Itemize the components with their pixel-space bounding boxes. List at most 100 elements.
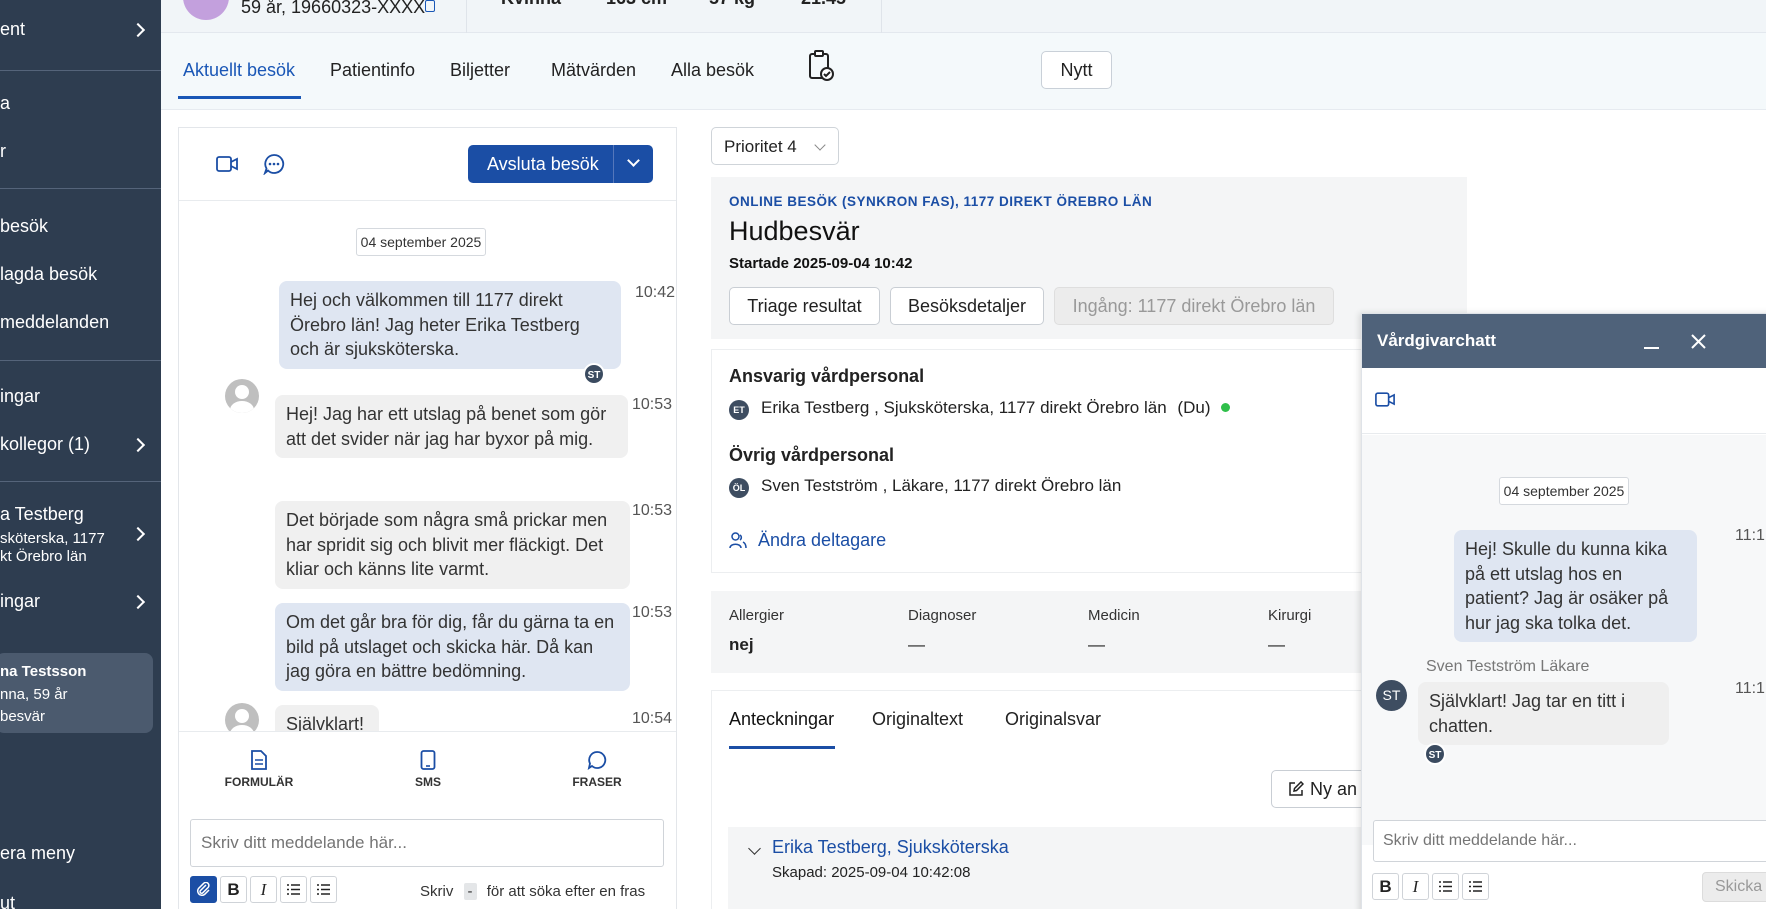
other-staff-heading: Övrig vårdpersonal	[729, 445, 895, 465]
staff-chat-toolbar	[1362, 368, 1766, 434]
responsible-heading: Ansvarig vårdpersonal	[729, 366, 925, 386]
chevron-down-icon[interactable]	[627, 154, 640, 167]
date-chip: 04 september 2025	[1499, 477, 1629, 505]
numbered-list-icon	[1469, 881, 1482, 892]
active-tab-indicator	[178, 96, 301, 99]
phrases-button[interactable]: FRASER	[537, 732, 657, 789]
staff-message-input[interactable]	[1373, 820, 1766, 862]
chat-message-incoming: Det började som några små prickar men ha…	[275, 501, 630, 589]
chat-toolbar: Avsluta besök	[179, 128, 676, 201]
new-note-label: Ny an	[1310, 779, 1358, 799]
care-staff-card: Ansvarig vårdpersonal ET Erika Testberg …	[711, 349, 1467, 573]
copy-icon[interactable]	[425, 0, 435, 12]
sms-button[interactable]: SMS	[368, 732, 488, 789]
sidebar-item-settings[interactable]: ingar	[0, 386, 161, 407]
end-visit-button[interactable]: Avsluta besök	[468, 145, 653, 183]
tab-tickets[interactable]: Biljetter	[450, 60, 510, 81]
sidebar-item-label: lagda besök	[0, 264, 98, 284]
patient-header: 59 år, 19660323-XXXX Kvinna 163 cm 57 kg…	[161, 0, 1766, 33]
active-tab-indicator	[729, 746, 835, 749]
tab-measurements[interactable]: Mätvärden	[551, 60, 636, 81]
priority-select[interactable]: Prioritet 4	[711, 127, 839, 165]
people-icon	[729, 532, 747, 549]
surgery-label: Kirurgi	[1268, 607, 1312, 624]
divider	[0, 188, 161, 189]
chat-tools: FORMULÄR SMS FRASER	[179, 731, 676, 809]
note-item[interactable]: Erika Testberg, Sjuksköterska Skapad: 20…	[728, 827, 1468, 909]
chat-bubble-icon[interactable]	[263, 153, 285, 175]
document-icon	[251, 750, 267, 770]
tab-notes[interactable]: Anteckningar	[729, 709, 834, 730]
attach-button[interactable]	[190, 876, 217, 903]
divider	[0, 481, 161, 482]
entry-button: Ingång: 1177 direkt Örebro län	[1054, 287, 1334, 325]
note-author[interactable]: Erika Testberg, Sjuksköterska	[772, 837, 1009, 858]
close-icon[interactable]	[1691, 334, 1706, 349]
sidebar-item-colleagues[interactable]: kollegor (1)	[0, 434, 161, 455]
sidebar-item-visits[interactable]: besök	[0, 216, 161, 237]
message-time: 11:1	[1735, 680, 1765, 697]
hint-key: -	[463, 883, 477, 900]
chevron-down-icon[interactable]	[748, 842, 761, 855]
visit-type: ONLINE BESÖK (SYNKRON FAS), 1177 DIREKT …	[729, 194, 1153, 209]
bullet-list-button[interactable]	[1432, 873, 1459, 900]
italic-button[interactable]: I	[1402, 873, 1429, 900]
staff-chat-window: Vårdgivarchatt 04 september 2025 Hej! Sk…	[1361, 313, 1766, 909]
divider	[613, 145, 614, 183]
sidebar-profile[interactable]: a Testberg sköterska, 1177 kt Örebro län	[0, 504, 161, 565]
sidebar-logout[interactable]: ut	[0, 893, 161, 909]
visit-summary-card: ONLINE BESÖK (SYNKRON FAS), 1177 DIREKT …	[711, 177, 1467, 339]
tab-original-answers[interactable]: Originalsvar	[1005, 709, 1101, 730]
current-patient-info: nna, 59 år	[0, 686, 68, 703]
sidebar-item-patient[interactable]: ent	[0, 19, 161, 40]
change-participants-link[interactable]: Ändra deltagare	[729, 530, 886, 551]
new-button[interactable]: Nytt	[1041, 51, 1112, 89]
staff-initials: ET	[729, 400, 749, 420]
message-time: 10:42	[635, 284, 676, 301]
diagnoses-label: Diagnoser	[908, 607, 977, 624]
tab-patient-info[interactable]: Patientinfo	[330, 60, 415, 81]
sidebar-item-label: a	[0, 93, 11, 113]
chevron-right-icon	[130, 594, 146, 610]
sidebar-item-a[interactable]: a	[0, 93, 161, 114]
numbered-list-button[interactable]	[1462, 873, 1489, 900]
logout-label: ut	[0, 893, 16, 909]
medical-info-card: Allergier nej Diagnoser — Medicin — Kiru…	[711, 591, 1467, 673]
numbered-list-button[interactable]	[310, 876, 337, 903]
bold-button[interactable]: B	[1372, 873, 1399, 900]
chevron-right-icon	[130, 22, 146, 38]
patient-gender: Kvinna	[501, 0, 561, 9]
chat-message-outgoing: Hej! Skulle du kunna kika på ett utslag …	[1454, 530, 1697, 642]
hint-text: för att söka efter en fras	[486, 883, 646, 900]
video-icon[interactable]	[216, 156, 238, 172]
tab-bar: Aktuellt besök Patientinfo Biljetter Mät…	[161, 33, 1766, 110]
hint-text: Skriv	[420, 883, 454, 900]
sidebar-hide-menu[interactable]: era meny	[0, 843, 161, 864]
staff-chat-title: Vårdgivarchatt	[1377, 331, 1497, 350]
bold-button[interactable]: B	[220, 876, 247, 903]
message-input[interactable]	[190, 819, 664, 867]
italic-button[interactable]: I	[250, 876, 277, 903]
tab-original-text[interactable]: Originaltext	[872, 709, 963, 730]
tab-all-visits[interactable]: Alla besök	[671, 60, 754, 81]
video-icon[interactable]	[1375, 392, 1395, 407]
triage-result-button[interactable]: Triage resultat	[729, 287, 880, 325]
change-participants-label: Ändra deltagare	[758, 530, 887, 550]
sidebar-item-label: r	[0, 141, 6, 161]
clipboard-check-icon[interactable]	[807, 50, 835, 82]
bullet-list-button[interactable]	[280, 876, 307, 903]
speech-bubble-icon	[587, 751, 607, 770]
minimize-icon[interactable]	[1644, 347, 1659, 349]
phrases-label: FRASER	[572, 775, 622, 789]
sidebar-item-messages[interactable]: meddelanden	[0, 312, 161, 333]
sidebar-item-bottom-settings[interactable]: ingar	[0, 591, 161, 612]
tab-current-visit[interactable]: Aktuellt besök	[183, 60, 295, 81]
visit-details-button[interactable]: Besöksdetaljer	[890, 287, 1044, 325]
form-button[interactable]: FORMULÄR	[199, 732, 319, 789]
current-patient-card[interactable]: na Testsson nna, 59 år besvär	[0, 653, 153, 733]
sidebar-item-r[interactable]: r	[0, 141, 161, 162]
sidebar-item-booked-visits[interactable]: lagda besök	[0, 264, 161, 285]
patient-height: 163 cm	[606, 0, 667, 9]
patient-bmi: 21.45	[801, 0, 846, 9]
edit-icon	[1289, 780, 1305, 796]
